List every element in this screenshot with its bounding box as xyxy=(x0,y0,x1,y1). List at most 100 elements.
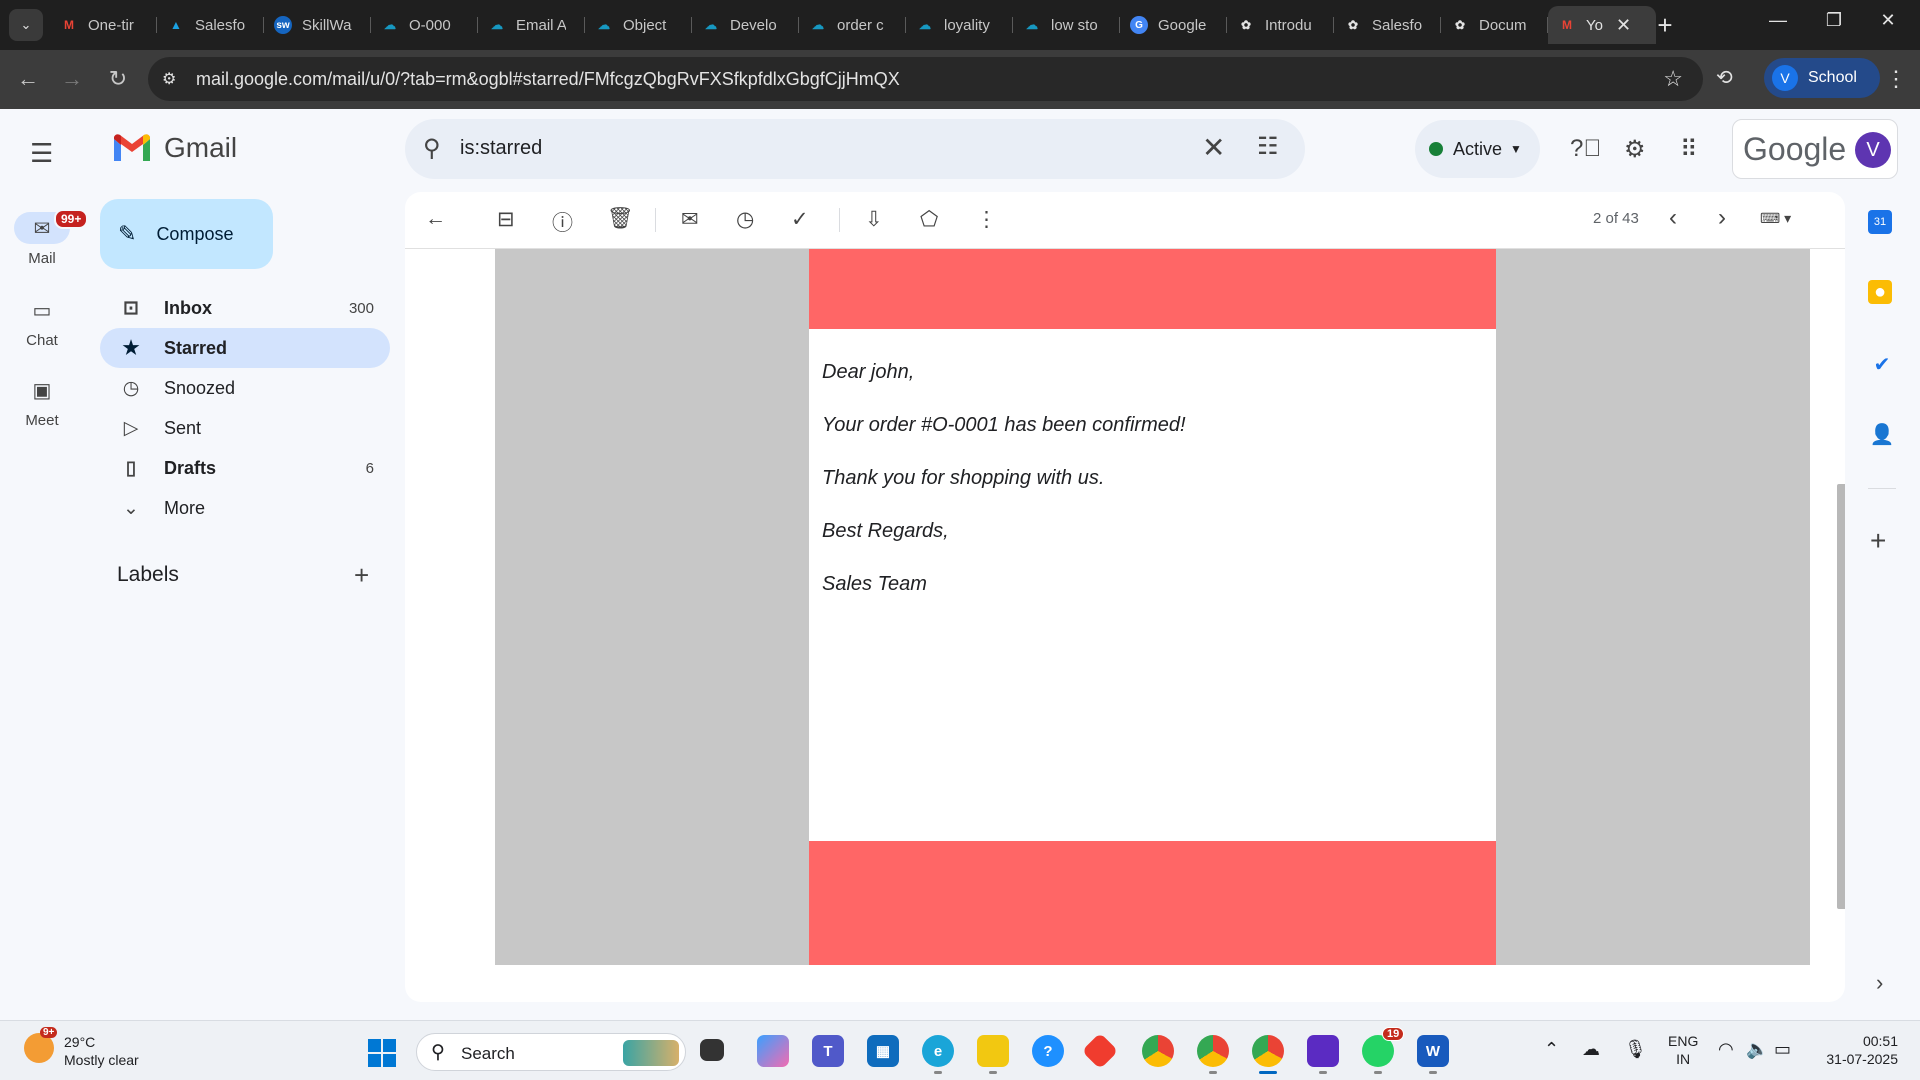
tray-chevron-icon[interactable]: ⌃ xyxy=(1544,1039,1559,1060)
helper-app-icon[interactable]: ? xyxy=(1032,1035,1064,1067)
report-spam-icon[interactable]: ⓘ xyxy=(552,207,573,237)
archive-icon[interactable]: ⊟ xyxy=(497,207,515,232)
close-window-button[interactable]: ✕ xyxy=(1868,10,1908,31)
tab-search-dropdown[interactable]: ⌄ xyxy=(9,9,43,41)
salesforce-icon: ☁ xyxy=(919,18,931,32)
folder-inbox[interactable]: ⊡ Inbox 300 xyxy=(100,288,390,328)
folder-starred[interactable]: ★ Starred xyxy=(100,328,390,368)
compose-button[interactable]: ✎ Compose xyxy=(100,199,273,269)
maximize-button[interactable]: ❐ xyxy=(1814,10,1854,31)
browser-menu-icon[interactable]: ⋮ xyxy=(1885,66,1907,92)
wifi-icon[interactable]: ◠ xyxy=(1718,1039,1734,1060)
folder-more[interactable]: ⌄ More xyxy=(100,488,390,528)
folder-snoozed[interactable]: ◷ Snoozed xyxy=(100,368,390,408)
browser-tab[interactable]: ☁ loyality xyxy=(906,6,1013,44)
site-info-icon[interactable]: ⚙ xyxy=(162,69,176,89)
settings-gear-icon[interactable]: ⚙ xyxy=(1624,135,1646,164)
calendar-icon[interactable]: 31 xyxy=(1868,210,1892,234)
browser-tab[interactable]: ✿ Introdu xyxy=(1227,6,1334,44)
status-button[interactable]: Active ▼ xyxy=(1415,120,1540,178)
move-to-icon[interactable]: ⇩ xyxy=(865,207,883,232)
rail-mail[interactable]: ✉ 99+ Mail xyxy=(0,209,89,267)
contacts-icon[interactable]: 👤 xyxy=(1868,420,1896,448)
add-label-icon[interactable]: + xyxy=(354,560,369,591)
taskbar-search[interactable]: ⚲ Search xyxy=(416,1033,686,1071)
mark-unread-icon[interactable]: ✉ xyxy=(681,207,699,232)
browser-tab[interactable]: ☁ Object xyxy=(585,6,692,44)
copilot-icon[interactable] xyxy=(757,1035,789,1067)
input-language[interactable]: ENG IN xyxy=(1668,1032,1698,1068)
file-explorer-icon[interactable] xyxy=(977,1035,1009,1074)
edge-icon[interactable]: e xyxy=(922,1035,954,1074)
snooze-icon[interactable]: ◷ xyxy=(736,207,754,232)
bookmark-star-icon[interactable]: ☆ xyxy=(1663,66,1683,92)
label-icon[interactable]: ⬠ xyxy=(920,207,938,232)
task-view-icon[interactable] xyxy=(700,1039,724,1061)
more-options-icon[interactable]: ⋮ xyxy=(976,207,997,232)
browser-tab[interactable]: ✿ Salesfo xyxy=(1334,6,1441,44)
browser-tab[interactable]: ▲ Salesfo xyxy=(157,6,264,44)
teams-icon[interactable]: T xyxy=(812,1035,844,1067)
reload-button[interactable]: ↻ xyxy=(104,66,132,92)
battery-icon[interactable]: ▭ xyxy=(1774,1039,1791,1060)
rail-chat[interactable]: ▭ Chat xyxy=(0,294,84,350)
system-clock[interactable]: 00:51 31-07-2025 xyxy=(1818,1032,1898,1068)
search-input[interactable]: is:starred xyxy=(460,137,542,160)
store-icon[interactable]: ▦ xyxy=(867,1035,899,1067)
expand-panel-chevron-icon[interactable]: › xyxy=(1876,970,1883,996)
browser-tab[interactable]: ☁ Develo xyxy=(692,6,799,44)
scrollbar-thumb[interactable] xyxy=(1837,484,1845,909)
main-menu-icon[interactable]: ☰ xyxy=(30,138,53,169)
browser-tab[interactable]: ☁ low sto xyxy=(1013,6,1120,44)
onedrive-icon[interactable]: ☁ xyxy=(1582,1039,1600,1060)
volume-icon[interactable]: 🔈 xyxy=(1746,1039,1768,1060)
back-button[interactable]: ← xyxy=(14,66,42,92)
add-to-tasks-icon[interactable]: ✓ xyxy=(791,207,809,232)
microphone-icon[interactable]: 🎙 xyxy=(1624,1039,1647,1060)
weather-widget[interactable]: 9+ 29°C Mostly clear xyxy=(24,1027,139,1069)
browser-tab[interactable]: ☁ O-000 xyxy=(371,6,478,44)
back-to-list-icon[interactable]: ← xyxy=(425,207,446,231)
close-tab-icon[interactable]: ✕ xyxy=(1616,15,1631,36)
browser-tab[interactable]: M Yo ✕ xyxy=(1548,6,1656,44)
forward-button[interactable]: → xyxy=(58,66,86,92)
delete-icon[interactable]: 🗑 xyxy=(607,207,634,231)
browser-tab[interactable]: G Google xyxy=(1120,6,1227,44)
folder-drafts[interactable]: ▯ Drafts 6 xyxy=(100,448,390,488)
older-chevron-icon[interactable]: › xyxy=(1718,204,1726,232)
profile-button[interactable]: V School xyxy=(1764,58,1880,98)
input-tools-icon[interactable]: ⌨ ▾ xyxy=(1760,210,1791,227)
help-icon[interactable]: ?⃝ xyxy=(1570,135,1601,163)
search-icon[interactable]: ⚲ xyxy=(423,134,441,163)
folder-sent[interactable]: ▷ Sent xyxy=(100,408,390,448)
purple-app-icon[interactable] xyxy=(1307,1035,1339,1074)
browser-tab[interactable]: M One-tir xyxy=(50,6,157,44)
browser-tab[interactable]: ☁ order c xyxy=(799,6,906,44)
search-options-icon[interactable]: ☷ xyxy=(1257,132,1279,161)
browser-tab[interactable]: ✿ Docum xyxy=(1441,6,1548,44)
rail-meet[interactable]: ▣ Meet xyxy=(0,374,84,430)
word-icon[interactable]: W xyxy=(1417,1035,1449,1074)
gmail-logo[interactable]: Gmail xyxy=(112,132,237,164)
browser-tab[interactable]: ☁ Email A xyxy=(478,6,585,44)
google-account-button[interactable]: Google V xyxy=(1732,119,1898,179)
anydesk-icon[interactable] xyxy=(1081,1032,1119,1070)
keep-icon[interactable]: ● xyxy=(1868,280,1892,304)
search-bar[interactable]: ⚲ is:starred ✕ ☷ xyxy=(405,119,1305,179)
clear-search-icon[interactable]: ✕ xyxy=(1202,131,1225,164)
tasks-icon[interactable]: ✔ xyxy=(1868,350,1896,378)
new-tab-button[interactable]: + xyxy=(1650,10,1680,41)
url-text[interactable]: mail.google.com/mail/u/0/?tab=rm&ogbl#st… xyxy=(196,69,900,90)
chrome-school-icon[interactable] xyxy=(1252,1035,1284,1074)
chrome-profile-icon[interactable] xyxy=(1197,1035,1229,1074)
minimize-button[interactable]: — xyxy=(1758,10,1798,31)
address-bar[interactable]: ⚙ mail.google.com/mail/u/0/?tab=rm&ogbl#… xyxy=(148,57,1703,101)
chrome-icon[interactable] xyxy=(1142,1035,1174,1067)
start-button-icon[interactable] xyxy=(368,1039,396,1067)
extensions-icon[interactable]: ⟲ xyxy=(1716,65,1733,90)
get-addons-icon[interactable]: + xyxy=(1870,525,1886,557)
apps-grid-icon[interactable]: ⠿ xyxy=(1680,135,1698,164)
browser-tab[interactable]: sw SkillWa xyxy=(264,6,371,44)
newer-chevron-icon[interactable]: ‹ xyxy=(1669,204,1677,232)
whatsapp-icon[interactable]: 19 xyxy=(1362,1027,1405,1074)
